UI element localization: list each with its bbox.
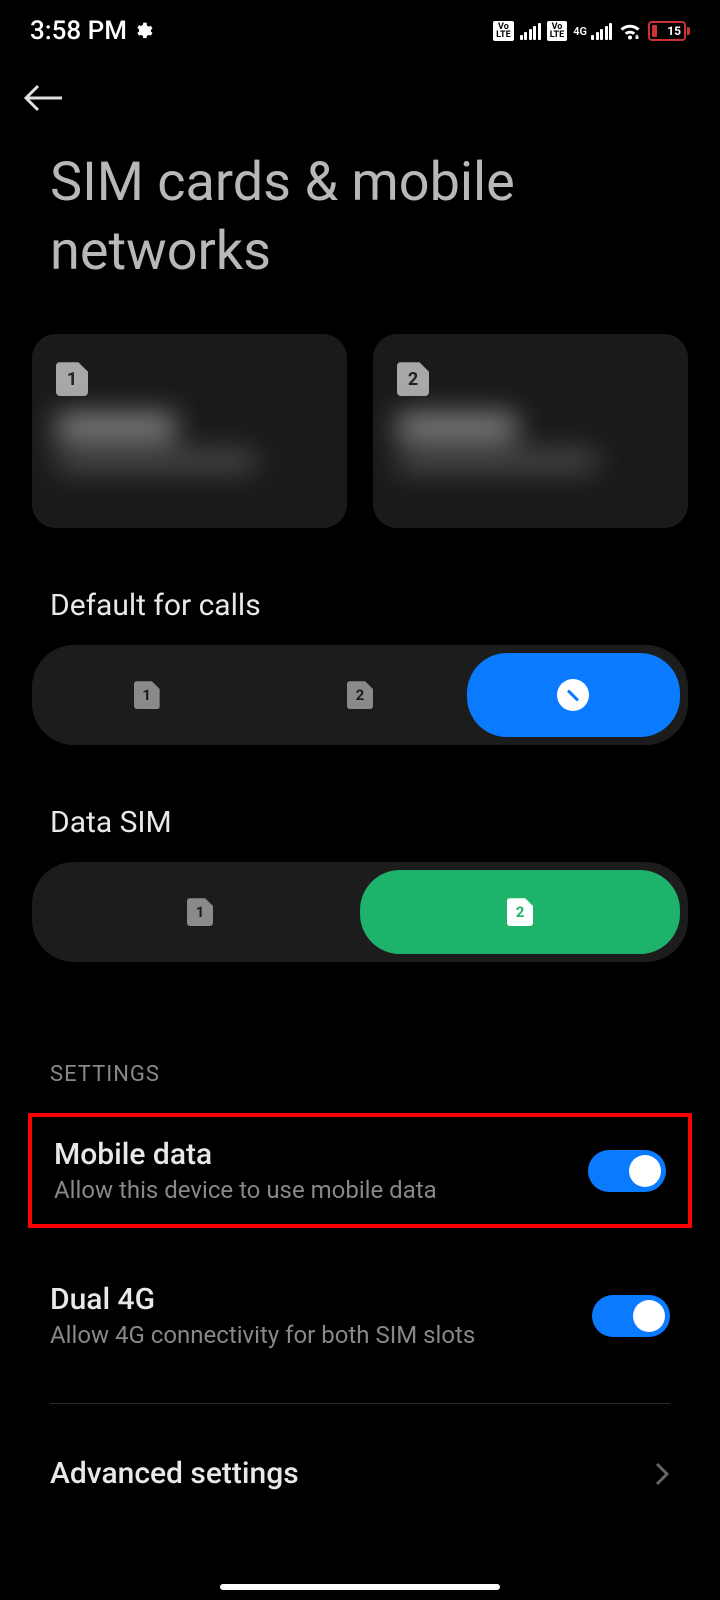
home-indicator[interactable] (220, 1584, 500, 1590)
data-sim-badge-1-icon: 1 (187, 898, 213, 926)
data-sim-badge-2-icon: 2 (507, 898, 533, 926)
sim-2-badge: 2 (397, 362, 429, 396)
battery-indicator: 15 (648, 21, 690, 41)
sim-badge-2-icon: 2 (347, 681, 373, 709)
advanced-settings-title: Advanced settings (50, 1456, 299, 1491)
signal-bars-1 (520, 22, 541, 40)
volte-badge-2: VoLTE (547, 21, 568, 41)
sim-card-1[interactable]: 1 (32, 334, 347, 528)
no-default-icon (557, 679, 589, 711)
status-time: 3:58 PM (30, 16, 127, 46)
default-calls-sim1[interactable]: 1 (40, 653, 253, 737)
mobile-data-highlight: Mobile data Allow this device to use mob… (28, 1113, 692, 1228)
sim-1-badge: 1 (56, 362, 88, 396)
default-calls-sim2[interactable]: 2 (253, 653, 466, 737)
settings-heading: SETTINGS (50, 1062, 670, 1087)
dual-4g-toggle[interactable] (592, 1295, 670, 1337)
data-sim-selector: 1 2 (32, 862, 688, 962)
data-sim-label: Data SIM (50, 805, 670, 840)
back-button[interactable] (22, 82, 698, 118)
status-left: 3:58 PM (30, 16, 153, 46)
default-calls-none[interactable] (467, 653, 680, 737)
mobile-data-toggle[interactable] (588, 1150, 666, 1192)
sim-1-details-blurred (56, 414, 323, 508)
mobile-data-desc: Allow this device to use mobile data (54, 1176, 437, 1204)
default-calls-label: Default for calls (50, 588, 670, 623)
mobile-data-row[interactable]: Mobile data Allow this device to use mob… (54, 1137, 666, 1204)
data-sim-sim1[interactable]: 1 (40, 870, 360, 954)
network-type-label: 4G (573, 26, 587, 37)
sim-card-2[interactable]: 2 (373, 334, 688, 528)
divider (50, 1403, 670, 1404)
wifi-icon (618, 21, 642, 41)
sim-badge-1-icon: 1 (134, 681, 160, 709)
status-bar: 3:58 PM VoLTE VoLTE 4G 15 (0, 0, 720, 58)
dual-4g-row[interactable]: Dual 4G Allow 4G connectivity for both S… (28, 1264, 692, 1367)
data-sim-sim2[interactable]: 2 (360, 870, 680, 954)
advanced-settings-row[interactable]: Advanced settings (28, 1446, 692, 1501)
chevron-right-icon (654, 1461, 670, 1487)
sim-cards-row: 1 2 (32, 334, 688, 528)
gear-icon (133, 21, 153, 41)
battery-level: 15 (667, 24, 681, 38)
default-calls-selector: 1 2 (32, 645, 688, 745)
status-right: VoLTE VoLTE 4G 15 (493, 21, 690, 41)
sim-2-details-blurred (397, 414, 664, 508)
dual-4g-desc: Allow 4G connectivity for both SIM slots (50, 1321, 475, 1349)
mobile-data-title: Mobile data (54, 1137, 437, 1172)
dual-4g-title: Dual 4G (50, 1282, 475, 1317)
signal-bars-2 (591, 22, 612, 40)
volte-badge-1: VoLTE (493, 21, 514, 41)
page-title: SIM cards & mobile networks (50, 148, 670, 286)
